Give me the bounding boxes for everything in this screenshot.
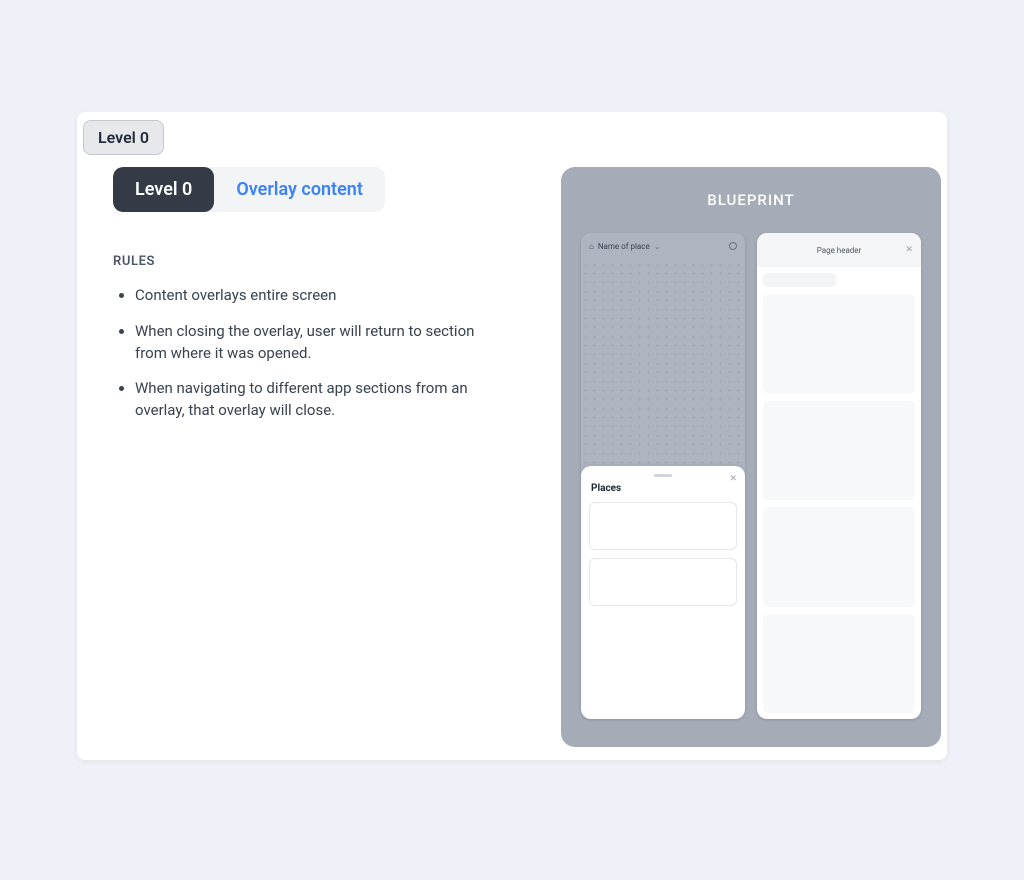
- left-column: Level 0 Overlay content RULES Content ov…: [83, 167, 533, 747]
- placeholder-block: [763, 401, 915, 501]
- level-badge: Level 0: [83, 120, 164, 155]
- drawer-handle[interactable]: [654, 474, 672, 477]
- tab-group: Level 0 Overlay content: [113, 167, 385, 212]
- close-icon[interactable]: ✕: [905, 245, 913, 255]
- rule-item: Content overlays entire screen: [135, 285, 495, 307]
- page-background: Level 0 Level 0 Overlay content RULES Co…: [0, 0, 1024, 880]
- blueprint-devices: ⌂ Name of place ⌄ ✕ Places: [581, 233, 921, 719]
- placeholder-block: [763, 507, 915, 607]
- drawer-list-item: [589, 558, 737, 606]
- right-column: BLUEPRINT ⌂ Name of place ⌄: [561, 167, 941, 747]
- columns: Level 0 Overlay content RULES Content ov…: [83, 167, 941, 747]
- placeholder-block: [763, 614, 915, 714]
- home-icon: ⌂: [589, 242, 594, 251]
- rules-list: Content overlays entire screen When clos…: [113, 285, 533, 422]
- device-b-header-label: Page header: [817, 246, 862, 255]
- device-a-header-label: Name of place: [598, 242, 650, 251]
- drawer-overlay: ✕ Places: [581, 466, 745, 719]
- placeholder-pill: [763, 273, 836, 287]
- drawer-list-item: [589, 502, 737, 550]
- device-a-header: ⌂ Name of place ⌄: [581, 233, 745, 259]
- device-map-with-drawer: ⌂ Name of place ⌄ ✕ Places: [581, 233, 745, 719]
- person-icon: [729, 242, 737, 250]
- tab-overlay-content[interactable]: Overlay content: [214, 167, 385, 212]
- placeholder-block: [763, 294, 915, 394]
- drawer-title: Places: [589, 483, 737, 494]
- device-b-header: Page header ✕: [757, 233, 921, 267]
- close-icon[interactable]: ✕: [729, 474, 737, 484]
- rule-item: When closing the overlay, user will retu…: [135, 321, 495, 365]
- rules-heading: RULES: [113, 254, 533, 269]
- rule-item: When navigating to different app section…: [135, 378, 495, 422]
- device-fullpage-overlay: Page header ✕: [757, 233, 921, 719]
- chevron-down-icon: ⌄: [654, 242, 661, 251]
- blueprint-panel: BLUEPRINT ⌂ Name of place ⌄: [561, 167, 941, 747]
- blueprint-title: BLUEPRINT: [581, 191, 921, 209]
- device-b-body: [757, 267, 921, 719]
- tab-level-0[interactable]: Level 0: [113, 167, 214, 212]
- main-card: Level 0 Level 0 Overlay content RULES Co…: [77, 112, 947, 760]
